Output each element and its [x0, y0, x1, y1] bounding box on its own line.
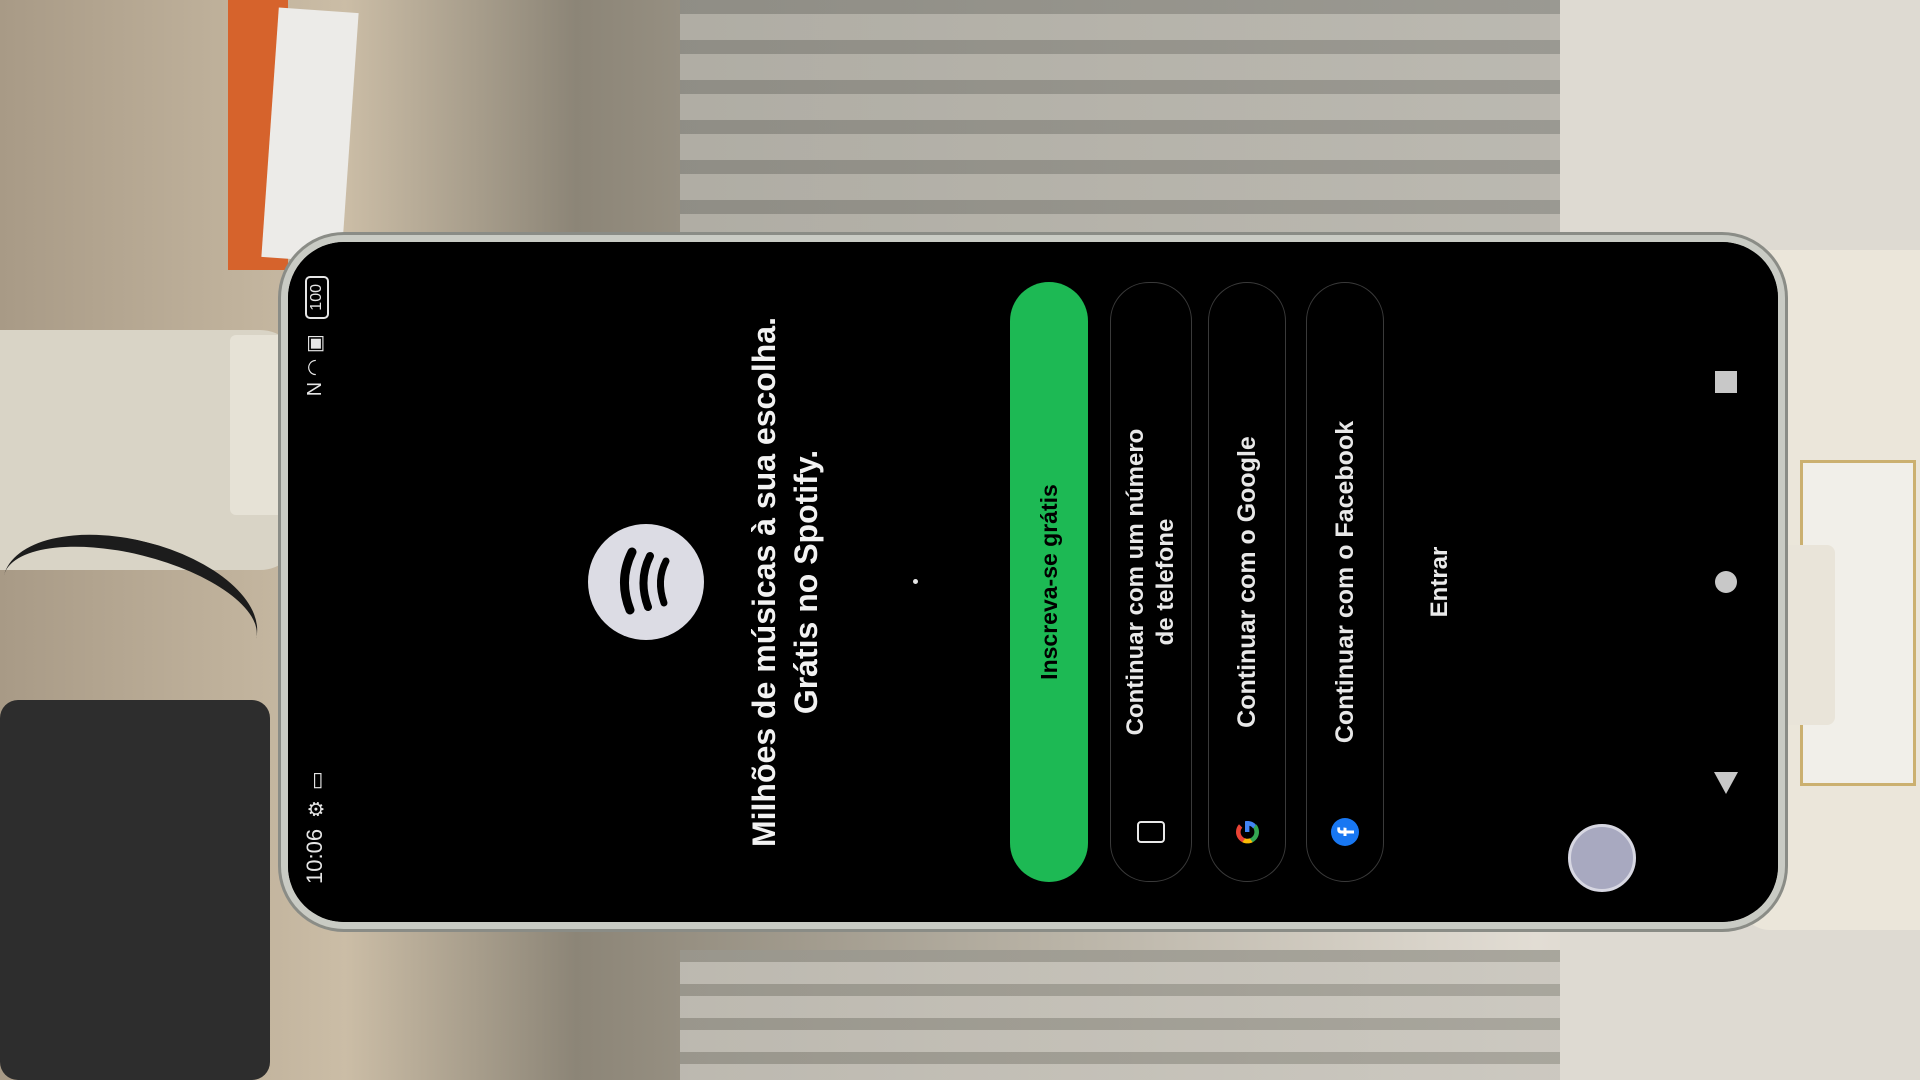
facebook-icon	[1330, 817, 1360, 847]
page-indicator-dot	[913, 579, 918, 584]
status-icons-right: N ◠ ▣ 100	[302, 276, 329, 396]
welcome-headline: Milhões de músicas à sua escolha. Grátis…	[743, 282, 827, 882]
continue-google-button[interactable]: Continuar com o Google	[1208, 282, 1286, 882]
background-device	[0, 700, 270, 1080]
status-icons-left: ⚙▭	[304, 761, 329, 818]
status-bar: 10:06 ⚙▭ N ◠ ▣ 100	[288, 242, 344, 922]
signup-button-label: Inscreva-se grátis	[1035, 484, 1062, 680]
phone-device: 10:06 ⚙▭ N ◠ ▣ 100 Milhões de músicas à …	[288, 242, 1778, 922]
google-button-label: Continuar com o Google	[1232, 436, 1261, 728]
wifi-icon: ◠	[304, 358, 326, 377]
headline-line-2: Grátis no Spotify.	[788, 449, 824, 715]
sim-icon: ▣	[304, 334, 326, 354]
status-time: 10:06	[302, 828, 327, 884]
home-icon[interactable]	[1706, 562, 1746, 602]
continue-phone-button[interactable]: Continuar com um número de telefone	[1110, 282, 1192, 882]
background-shelf	[680, 0, 1580, 250]
battery-icon: 100	[305, 276, 329, 319]
facebook-button-label: Continuar com o Facebook	[1330, 420, 1359, 744]
background-tag	[261, 7, 359, 263]
phone-button-label: Continuar com um número de telefone	[1121, 429, 1181, 736]
spotify-logo-icon	[588, 524, 704, 640]
back-icon[interactable]	[1706, 762, 1746, 802]
background-shelf-lower	[680, 950, 1580, 1080]
navigation-bar	[1678, 242, 1778, 922]
phone-button-label-line-2: de telefone	[1152, 518, 1179, 646]
google-icon	[1232, 817, 1262, 847]
recents-icon[interactable]	[1706, 362, 1746, 402]
login-link[interactable]: Entrar	[1426, 482, 1454, 682]
phone-screen: 10:06 ⚙▭ N ◠ ▣ 100 Milhões de músicas à …	[288, 242, 1778, 922]
signup-free-button[interactable]: Inscreva-se grátis	[1010, 282, 1088, 882]
nfc-icon: N	[304, 381, 326, 397]
floating-assistant-bubble[interactable]	[1568, 824, 1636, 892]
notification-icon: ▭	[306, 761, 328, 791]
headline-line-1: Milhões de músicas à sua escolha.	[746, 317, 782, 847]
phone-icon	[1136, 817, 1166, 847]
phone-clamp-left	[230, 335, 290, 515]
continue-facebook-button[interactable]: Continuar com o Facebook	[1306, 282, 1384, 882]
phone-button-label-line-1: Continuar com um número	[1122, 428, 1149, 736]
settings-icon: ⚙	[306, 790, 328, 818]
